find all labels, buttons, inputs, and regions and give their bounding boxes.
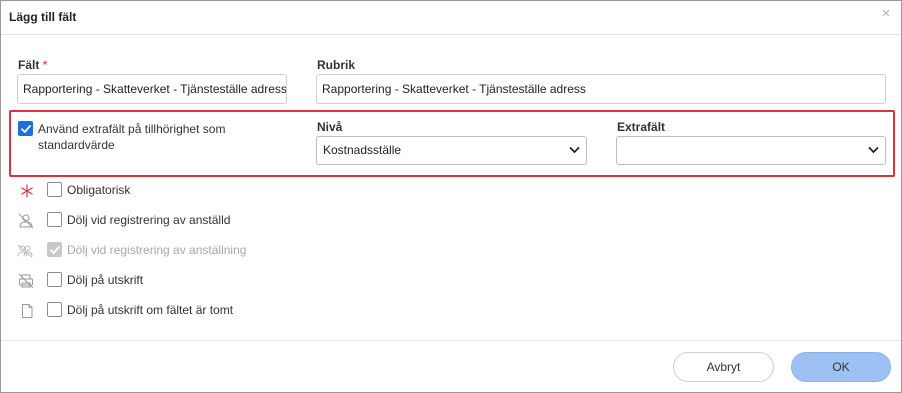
- niva-label: Nivå: [317, 120, 343, 134]
- hide-print-checkbox[interactable]: [47, 272, 62, 287]
- dialog-title: Lägg till fält: [9, 10, 77, 24]
- hide-print-if-empty-checkbox[interactable]: [47, 302, 62, 317]
- ok-button[interactable]: OK: [791, 352, 891, 382]
- hide-employment-registration-label: Dölj vid registrering av anställning: [67, 243, 247, 257]
- rubrik-label: Rubrik: [317, 58, 356, 72]
- extrafalt-label: Extrafält: [617, 120, 666, 134]
- hide-employee-registration-label: Dölj vid registrering av anställd: [67, 213, 231, 227]
- hide-employment-registration-checkbox[interactable]: [47, 242, 62, 257]
- obligatorisk-label: Obligatorisk: [67, 183, 131, 197]
- use-extrafield-label-line2: standardvärde: [38, 138, 115, 152]
- use-extrafield-label: Använd extrafält på tillhörighet som sta…: [38, 121, 225, 153]
- footer-divider: [1, 340, 901, 341]
- falt-label-text: Fält: [18, 58, 40, 72]
- chevron-down-icon: [569, 146, 580, 154]
- niva-select-value: Kostnadsställe: [323, 143, 402, 157]
- user-hidden-icon: [18, 213, 34, 229]
- falt-input[interactable]: Rapportering - Skatteverket - Tjänstestä…: [17, 74, 287, 104]
- printer-hidden-icon: [18, 273, 34, 289]
- use-extrafield-checkbox[interactable]: [18, 121, 33, 136]
- use-extrafield-label-line1: Använd extrafält på tillhörighet som: [38, 122, 226, 136]
- hide-print-label: Dölj på utskrift: [67, 273, 144, 287]
- falt-label: Fält *: [18, 58, 47, 72]
- niva-select[interactable]: Kostnadsställe: [316, 136, 587, 165]
- required-marker: *: [42, 58, 48, 72]
- cancel-button[interactable]: Avbryt: [673, 352, 774, 382]
- asterisk-icon: [21, 184, 33, 198]
- add-field-dialog: Lägg till fält × Fält * Rapportering - S…: [0, 0, 902, 393]
- obligatorisk-checkbox[interactable]: [47, 182, 62, 197]
- rubrik-input[interactable]: Rapportering - Skatteverket - Tjänstestä…: [316, 74, 886, 104]
- dialog-header: Lägg till fält ×: [1, 1, 901, 35]
- checkmark-icon: [50, 246, 60, 254]
- checkmark-icon: [21, 125, 31, 133]
- close-icon[interactable]: ×: [879, 6, 893, 21]
- document-icon: [22, 304, 33, 318]
- chevron-down-icon: [868, 146, 879, 154]
- users-hidden-icon: [17, 244, 33, 258]
- extrafalt-select[interactable]: [616, 136, 886, 165]
- hide-print-if-empty-label: Dölj på utskrift om fältet är tomt: [67, 303, 234, 317]
- hide-employee-registration-checkbox[interactable]: [47, 212, 62, 227]
